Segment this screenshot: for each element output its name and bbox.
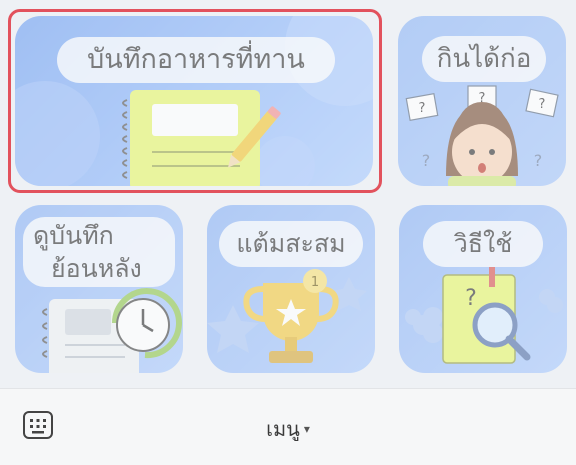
trophy-badge-number: 1 (311, 275, 319, 290)
chevron-down-icon: ▾ (303, 422, 310, 436)
tile-record-meals-label: บันทึกอาหารที่ทาน (57, 37, 335, 83)
bottom-bar: เมนู ▾ (0, 388, 576, 465)
tile-view-history[interactable]: ดูบันทึก ย้อนหลัง (15, 205, 183, 373)
menu-toggle-label: เมนู (266, 417, 300, 441)
rich-menu: บันทึกอาหารที่ทาน ? ? ? ? ? กินได้ก่อ ดู… (0, 0, 576, 388)
tile-points-label: แต้มสะสม (219, 221, 363, 267)
book-question-mark: ? (465, 286, 477, 311)
tile-how-to[interactable]: ? วิธีใช้ (399, 205, 567, 373)
question-mark-5: ? (534, 151, 543, 170)
tile-view-history-label: ดูบันทึก ย้อนหลัง (23, 217, 175, 287)
question-mark-4: ? (422, 151, 431, 170)
tile-eat-first[interactable]: ? ? ? ? ? กินได้ก่อ (398, 16, 566, 186)
tile-eat-first-label: กินได้ก่อ (422, 36, 546, 82)
question-mark-3: ? (539, 97, 546, 112)
tile-how-to-label: วิธีใช้ (423, 221, 543, 267)
question-mark-1: ? (419, 101, 426, 116)
tile-view-history-label-line2: ย้อนหลัง (51, 254, 142, 283)
tile-record-meals[interactable]: บันทึกอาหารที่ทาน (15, 16, 373, 186)
menu-toggle-button[interactable]: เมนู ▾ (0, 413, 576, 445)
tile-view-history-label-line1: ดูบันทึก (33, 221, 114, 250)
tile-points[interactable]: 1 แต้มสะสม (207, 205, 375, 373)
